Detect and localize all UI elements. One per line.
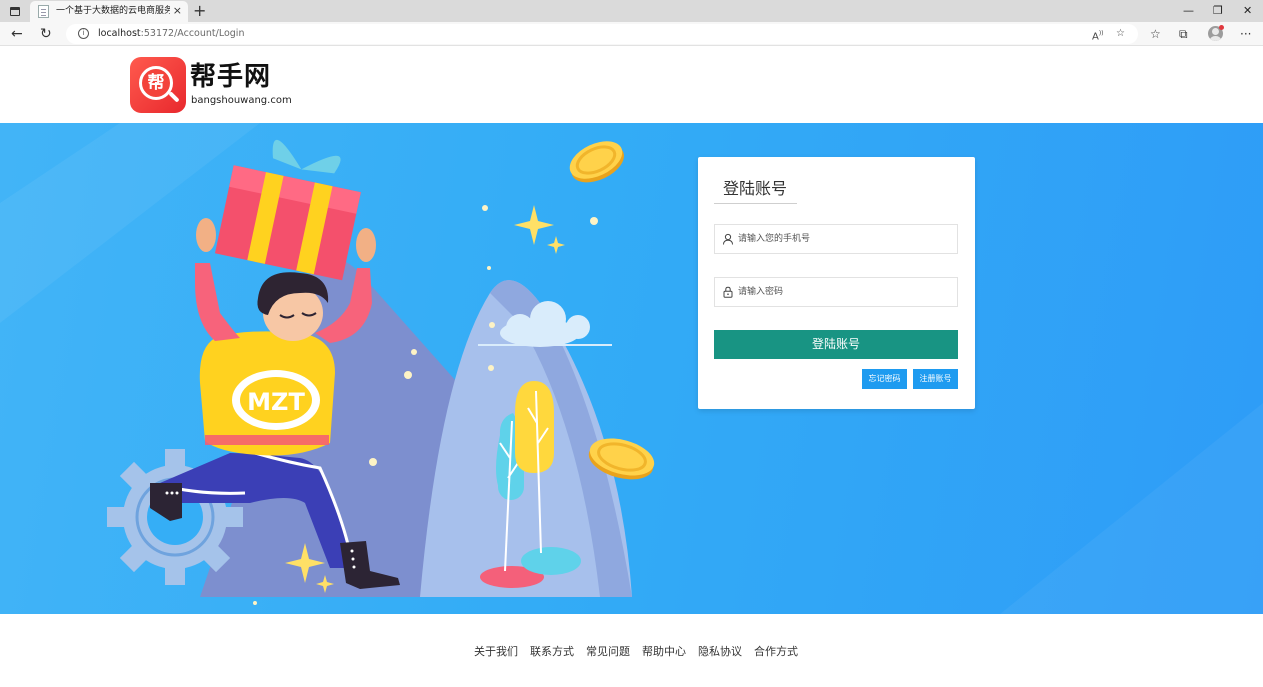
new-tab-icon[interactable]: + (193, 1, 206, 20)
footer-link-help[interactable]: 帮助中心 (642, 644, 686, 659)
tab-close-icon[interactable]: × (173, 4, 182, 18)
logo-domain: bangshouwang.com (191, 95, 292, 106)
url-text: localhost:53172/Account/Login (98, 27, 244, 41)
back-icon[interactable]: ← (11, 25, 23, 43)
browser-address-bar: ← ↻ i localhost:53172/Account/Login A)) … (0, 22, 1263, 46)
add-favorite-icon[interactable]: ☆ (1116, 27, 1125, 41)
password-input[interactable] (738, 278, 953, 306)
light-streak (0, 123, 260, 323)
password-field[interactable] (714, 277, 958, 307)
browser-tab-bar: 一个基于大数据的云电商服务平台 × + — ❐ ✕ (0, 0, 1263, 22)
refresh-icon[interactable]: ↻ (40, 25, 52, 43)
more-menu-icon[interactable]: ··· (1240, 25, 1251, 43)
lock-icon (723, 286, 733, 298)
user-icon (723, 233, 733, 245)
tab-actions-icon[interactable] (6, 3, 24, 19)
register-button[interactable]: 注册账号 (913, 369, 958, 389)
hero-illustration: MZT (0, 123, 1263, 614)
footer-link-about[interactable]: 关于我们 (474, 644, 518, 659)
tab-title: 一个基于大数据的云电商服务平台 (56, 6, 170, 16)
url-path: :53172/Account/Login (140, 28, 245, 39)
close-window-icon[interactable]: ✕ (1243, 3, 1252, 18)
phone-field[interactable] (714, 224, 958, 254)
page-favicon-icon (38, 5, 49, 18)
footer-link-contact[interactable]: 联系方式 (530, 644, 574, 659)
logo-title[interactable]: 帮手网 (190, 61, 271, 93)
footer-links: 关于我们 联系方式 常见问题 帮助中心 隐私协议 合作方式 (474, 644, 798, 659)
site-footer: 关于我们 联系方式 常见问题 帮助中心 隐私协议 合作方式 (0, 614, 1263, 687)
profile-notification-dot (1219, 25, 1224, 30)
phone-input[interactable] (738, 225, 953, 253)
logo-char: 帮 (139, 66, 173, 100)
login-title: 登陆账号 (714, 179, 797, 204)
footer-link-cooperation[interactable]: 合作方式 (754, 644, 798, 659)
light-streak (1000, 403, 1263, 614)
login-form: 登陆账号 登陆账号 忘记密码 注册账号 (698, 157, 975, 409)
coin-icon (569, 141, 624, 183)
site-info-icon[interactable]: i (78, 28, 89, 39)
favorites-icon[interactable]: ☆ (1150, 25, 1161, 43)
url-host: localhost (98, 28, 141, 39)
logo-icon[interactable]: 帮 (130, 57, 186, 113)
shirt-text: MZT (247, 388, 305, 416)
login-button[interactable]: 登陆账号 (714, 330, 958, 359)
footer-link-privacy[interactable]: 隐私协议 (698, 644, 742, 659)
gift-box-icon (214, 139, 361, 281)
restore-icon[interactable]: ❐ (1213, 3, 1223, 18)
collections-icon[interactable]: ⧉ (1179, 25, 1188, 43)
read-aloud-icon[interactable]: A)) (1092, 27, 1104, 44)
logo-magnifier-handle (168, 91, 180, 103)
hero-banner: MZT (0, 123, 1263, 614)
minimize-icon[interactable]: — (1183, 3, 1194, 18)
url-field[interactable]: i localhost:53172/Account/Login A)) ☆ (66, 24, 1138, 44)
site-header: 帮 帮手网 bangshouwang.com (0, 47, 1263, 123)
footer-link-faq[interactable]: 常见问题 (586, 644, 630, 659)
forgot-password-button[interactable]: 忘记密码 (862, 369, 907, 389)
browser-tab[interactable]: 一个基于大数据的云电商服务平台 × (30, 1, 188, 22)
